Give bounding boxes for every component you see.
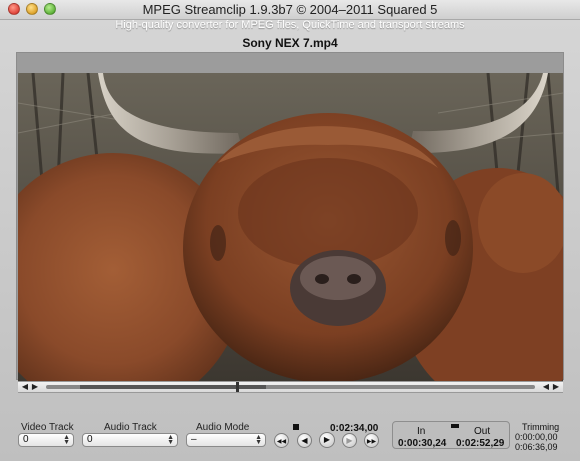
play-icon: ▶ <box>323 435 331 444</box>
play-button[interactable]: ▶ <box>319 432 335 448</box>
rewind-button[interactable]: ◀◀ <box>274 433 289 448</box>
step-forward-button[interactable]: ▶ <box>342 433 357 448</box>
step-back-button[interactable]: ◀ <box>297 433 312 448</box>
in-label: In <box>417 426 426 437</box>
step-forward-button-right[interactable]: ▶ <box>551 382 561 392</box>
audio-mode-label: Audio Mode <box>196 422 250 433</box>
rewind-icon: ◀◀ <box>276 439 287 445</box>
popup-arrows-icon: ▲ ▼ <box>63 434 70 446</box>
audio-mode-select[interactable]: – ▲ ▼ <box>186 433 266 447</box>
in-out-separator <box>451 424 459 428</box>
step-forward-button-left[interactable]: ▶ <box>30 382 40 392</box>
step-back-button-right[interactable]: ◀ <box>541 382 551 392</box>
app-window: MPEG Streamclip 1.9.3b7 © 2004–2011 Squa… <box>0 0 580 461</box>
video-track-select[interactable]: 0 ▲ ▼ <box>18 433 74 447</box>
popup-arrows-icon: ▲ ▼ <box>255 434 262 446</box>
audio-track-select[interactable]: 0 ▲ ▼ <box>82 433 178 447</box>
window-title: MPEG Streamclip 1.9.3b7 © 2004–2011 Squa… <box>142 2 438 17</box>
scrub-track[interactable] <box>46 382 535 392</box>
video-frame-image <box>18 73 563 381</box>
out-point-value: 0:02:52,29 <box>456 438 505 449</box>
stop-button[interactable] <box>293 424 299 430</box>
app-subtitle: High-quality converter for MPEG files, Q… <box>115 19 465 31</box>
fast-forward-button[interactable]: ▶▶ <box>364 433 379 448</box>
step-back-button-left[interactable]: ◀ <box>20 382 30 392</box>
trimming-label: Trimming <box>522 422 560 432</box>
step-back-icon: ◀ <box>301 436 308 445</box>
out-label: Out <box>474 426 491 437</box>
playhead-handle[interactable] <box>235 382 239 392</box>
fast-forward-icon: ▶▶ <box>366 439 377 445</box>
video-track-label: Video Track <box>21 422 74 433</box>
popup-arrows-icon: ▲ ▼ <box>167 434 174 446</box>
in-point-value: 0:00:30,24 <box>398 438 447 449</box>
trimming-start-value: 0:00:00,00 <box>515 432 558 442</box>
trimming-duration-value: 0:06:36,09 <box>515 442 558 452</box>
title-bar[interactable]: MPEG Streamclip 1.9.3b7 © 2004–2011 Squa… <box>0 0 580 20</box>
scrub-bar[interactable]: ◀ ▶ ◀ ▶ <box>18 381 563 393</box>
audio-track-label: Audio Track <box>104 422 157 433</box>
audio-mode-value: – <box>191 434 197 445</box>
audio-track-value: 0 <box>87 434 93 445</box>
file-name: Sony NEX 7.mp4 <box>242 36 338 50</box>
video-track-value: 0 <box>23 434 29 445</box>
step-forward-icon: ▶ <box>346 436 353 445</box>
video-preview <box>18 73 563 381</box>
